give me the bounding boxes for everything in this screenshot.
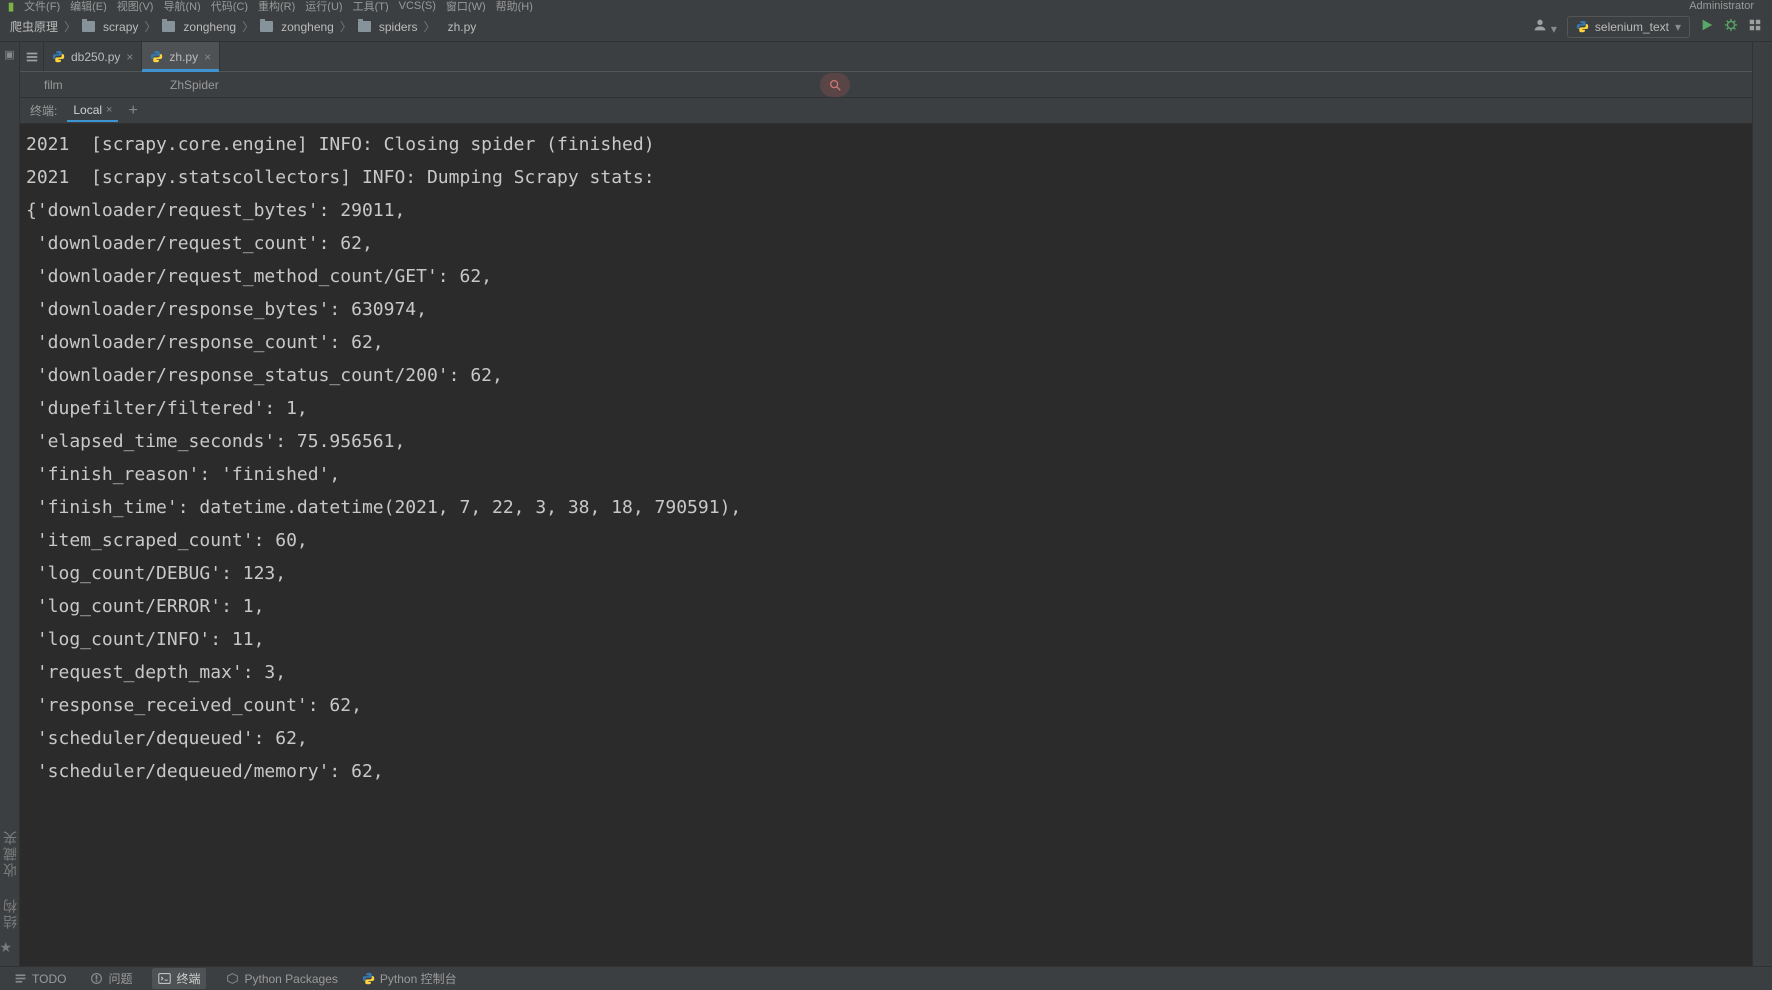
terminal-tab-local[interactable]: Local ×: [67, 100, 118, 122]
right-tool-stripe: [1752, 42, 1772, 966]
problems-label: 问题: [108, 970, 132, 987]
run-button[interactable]: [1700, 18, 1714, 35]
menu-item[interactable]: 文件(F): [24, 0, 60, 12]
add-terminal-button[interactable]: +: [128, 102, 137, 120]
packages-label: Python Packages: [244, 972, 337, 986]
chevron-right-icon: 〉: [340, 18, 352, 35]
editor-tab-zh[interactable]: zh.py ×: [142, 42, 220, 71]
terminal-label: 终端: [176, 970, 200, 987]
structure-label: film: [44, 78, 63, 92]
menu-item[interactable]: 重构(R): [258, 0, 295, 12]
chevron-down-icon: ▾: [1675, 20, 1681, 34]
problems-button[interactable]: 问题: [86, 968, 136, 989]
terminal-label: 终端:: [30, 102, 57, 119]
class-breadcrumb[interactable]: ZhSpider: [170, 78, 219, 92]
breadcrumb-item[interactable]: spiders: [379, 20, 418, 34]
chevron-right-icon: 〉: [144, 18, 156, 35]
app-logo-icon: ▮: [8, 0, 14, 12]
python-console-button[interactable]: Python 控制台: [358, 968, 461, 989]
user-icon[interactable]: ▾: [1532, 17, 1557, 36]
terminal-output[interactable]: 2021 [scrapy.core.engine] INFO: Closing …: [20, 124, 1752, 966]
breadcrumb-file[interactable]: zh.py: [448, 20, 477, 34]
run-configuration-dropdown[interactable]: selenium_text ▾: [1567, 16, 1690, 38]
menu-item[interactable]: 运行(U): [305, 0, 342, 12]
navigation-bar: 爬虫原理 〉 scrapy 〉 zongheng 〉 zongheng 〉 sp…: [0, 12, 1772, 42]
tab-label: Local: [73, 103, 102, 117]
left-tool-stripe: ▣ 收藏夹 结构 ★: [0, 42, 20, 966]
menu-item[interactable]: VCS(S): [399, 0, 436, 12]
python-file-icon: [150, 50, 163, 63]
structure-tab[interactable]: 结构: [0, 897, 20, 929]
folder-icon: [162, 21, 175, 32]
menu-item[interactable]: 编辑(E): [70, 0, 107, 12]
search-highlight[interactable]: [820, 73, 850, 97]
python-file-icon: [52, 50, 65, 63]
menu-item[interactable]: 帮助(H): [496, 0, 533, 12]
title-suffix: Administrator: [1689, 0, 1754, 12]
status-bar: TODO 问题 终端 Python Packages Python 控制台: [0, 966, 1772, 990]
terminal-tabs: 终端: Local × +: [20, 98, 1752, 124]
tab-label: zh.py: [169, 50, 198, 64]
todo-button[interactable]: TODO: [10, 970, 70, 988]
menu-item[interactable]: 视图(V): [117, 0, 154, 12]
menubar: ▮ 文件(F) 编辑(E) 视图(V) 导航(N) 代码(C) 重构(R) 运行…: [0, 0, 1772, 12]
chevron-right-icon: 〉: [242, 18, 254, 35]
run-config-label: selenium_text: [1595, 20, 1669, 34]
more-actions-icon[interactable]: [1748, 18, 1762, 35]
folder-icon: [260, 21, 273, 32]
close-icon[interactable]: ×: [126, 50, 133, 64]
close-icon[interactable]: ×: [204, 50, 211, 64]
python-icon: [1576, 20, 1589, 33]
menu-item[interactable]: 代码(C): [211, 0, 248, 12]
todo-label: TODO: [32, 972, 66, 986]
python-icon: [362, 972, 375, 985]
folder-icon: [358, 21, 371, 32]
breadcrumb[interactable]: 爬虫原理 〉 scrapy 〉 zongheng 〉 zongheng 〉 sp…: [10, 18, 476, 35]
python-packages-button[interactable]: Python Packages: [222, 970, 341, 988]
editor-subheader: film ZhSpider: [20, 72, 1752, 98]
console-label: Python 控制台: [380, 970, 457, 987]
project-view-button[interactable]: [20, 42, 44, 71]
chevron-down-icon: ▾: [1551, 22, 1557, 36]
editor-tabs: db250.py × zh.py ×: [20, 42, 1752, 72]
close-icon[interactable]: ×: [106, 104, 112, 116]
favorites-star-icon[interactable]: ★: [0, 939, 20, 956]
favorites-tab[interactable]: 收藏夹: [0, 829, 20, 877]
breadcrumb-item[interactable]: zongheng: [183, 20, 236, 34]
editor-tab-db250[interactable]: db250.py ×: [44, 42, 142, 71]
menu-item[interactable]: 窗口(W): [446, 0, 486, 12]
folder-icon: [82, 21, 95, 32]
menu-item[interactable]: 导航(N): [163, 0, 200, 12]
debug-button[interactable]: [1724, 18, 1738, 35]
breadcrumb-item[interactable]: scrapy: [103, 20, 138, 34]
breadcrumb-root[interactable]: 爬虫原理: [10, 18, 58, 35]
menu-item[interactable]: 工具(T): [353, 0, 389, 12]
chevron-right-icon: 〉: [424, 18, 436, 35]
chevron-right-icon: 〉: [64, 18, 76, 35]
terminal-button[interactable]: 终端: [152, 968, 206, 989]
project-icon[interactable]: ▣: [4, 48, 14, 61]
breadcrumb-item[interactable]: zongheng: [281, 20, 334, 34]
tab-label: db250.py: [71, 50, 120, 64]
